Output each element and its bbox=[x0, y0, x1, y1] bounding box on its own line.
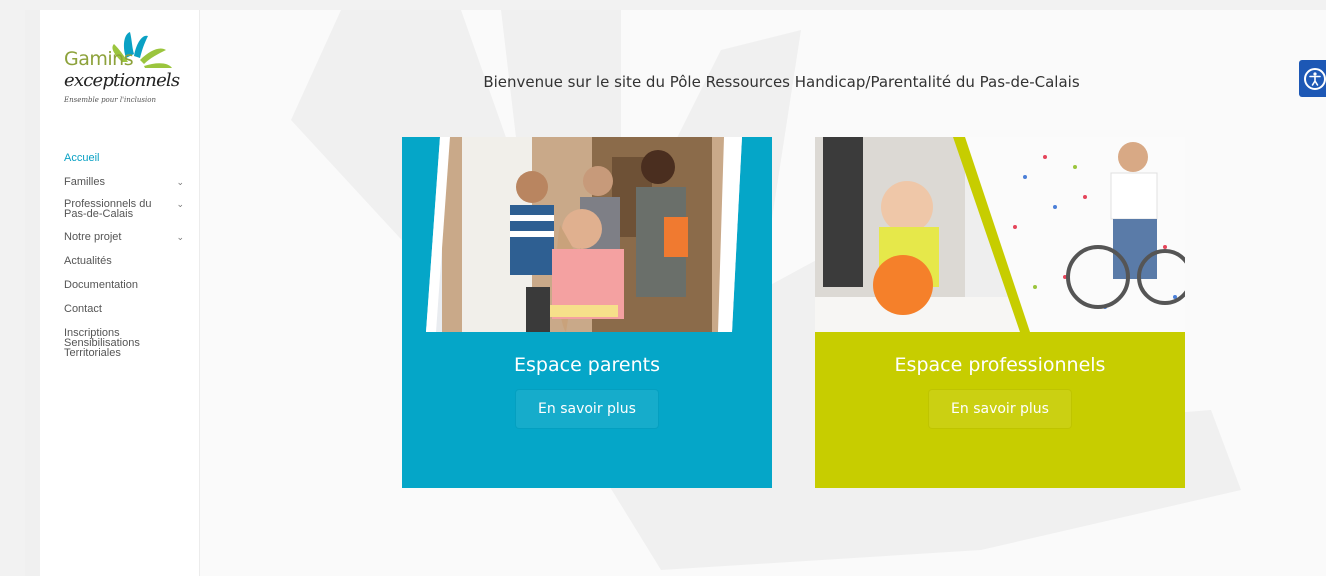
sidebar-strip bbox=[25, 10, 40, 576]
nav-item-label: Professionnels du Pas-de-Calais bbox=[64, 198, 152, 220]
chevron-down-icon[interactable]: ⌄ bbox=[176, 199, 184, 209]
logo[interactable]: Gamins exceptionnels Ensemble pour l'inc… bbox=[64, 28, 182, 118]
page: Gamins exceptionnels Ensemble pour l'inc… bbox=[25, 10, 1326, 576]
card-espace-professionnels[interactable]: Espace professionnels En savoir plus bbox=[815, 137, 1185, 488]
nav-item-familles[interactable]: Familles ⌄ bbox=[64, 177, 194, 188]
nav-item-label: Actualités bbox=[64, 255, 112, 267]
logo-line1: Gamins bbox=[64, 48, 134, 70]
children-photo-icon bbox=[402, 137, 772, 332]
card-title: Espace professionnels bbox=[894, 354, 1106, 376]
nav-item-accueil[interactable]: Accueil bbox=[64, 153, 194, 164]
accessibility-icon bbox=[1304, 68, 1326, 90]
nav-item-actualites[interactable]: Actualités bbox=[64, 256, 194, 267]
logo-line2: exceptionnels bbox=[64, 70, 180, 91]
card-title: Espace parents bbox=[514, 354, 660, 376]
main-nav: Accueil Familles ⌄ Professionnels du Pas… bbox=[64, 153, 194, 359]
welcome-text: Bienvenue sur le site du Pôle Ressources… bbox=[483, 73, 1080, 91]
nav-item-notre-projet[interactable]: Notre projet ⌄ bbox=[64, 232, 194, 243]
chevron-down-icon[interactable]: ⌄ bbox=[176, 177, 184, 188]
en-savoir-plus-button[interactable]: En savoir plus bbox=[929, 390, 1071, 428]
nav-item-label: Notre projet bbox=[64, 231, 122, 243]
main-content: Bienvenue sur le site du Pôle Ressources… bbox=[201, 10, 1326, 576]
nav-item-label: Contact bbox=[64, 303, 102, 315]
nav-item-documentation[interactable]: Documentation bbox=[64, 280, 194, 291]
nav-item-inscriptions[interactable]: Inscriptions Sensibilisations Territoria… bbox=[64, 327, 146, 359]
nav-item-label: Accueil bbox=[64, 152, 100, 164]
accessibility-button[interactable] bbox=[1299, 60, 1326, 97]
chevron-down-icon[interactable]: ⌄ bbox=[176, 232, 184, 243]
toddler-wheelchair-photo-icon bbox=[815, 137, 1185, 332]
en-savoir-plus-button[interactable]: En savoir plus bbox=[516, 390, 658, 428]
nav-item-label: Documentation bbox=[64, 279, 138, 291]
sidebar: Gamins exceptionnels Ensemble pour l'inc… bbox=[40, 10, 200, 576]
nav-item-label: Familles bbox=[64, 176, 105, 188]
nav-item-professionnels[interactable]: Professionnels du Pas-de-Calais ⌄ bbox=[64, 198, 184, 220]
card-image-parents bbox=[402, 137, 772, 332]
card-body-parents: Espace parents En savoir plus bbox=[402, 332, 772, 488]
nav-item-label: Inscriptions Sensibilisations Territoria… bbox=[64, 327, 140, 359]
card-espace-parents[interactable]: Espace parents En savoir plus bbox=[402, 137, 772, 488]
logo-tagline: Ensemble pour l'inclusion bbox=[64, 96, 156, 104]
card-image-professionnels bbox=[815, 137, 1185, 332]
nav-item-contact[interactable]: Contact bbox=[64, 304, 194, 315]
card-body-professionnels: Espace professionnels En savoir plus bbox=[815, 332, 1185, 488]
